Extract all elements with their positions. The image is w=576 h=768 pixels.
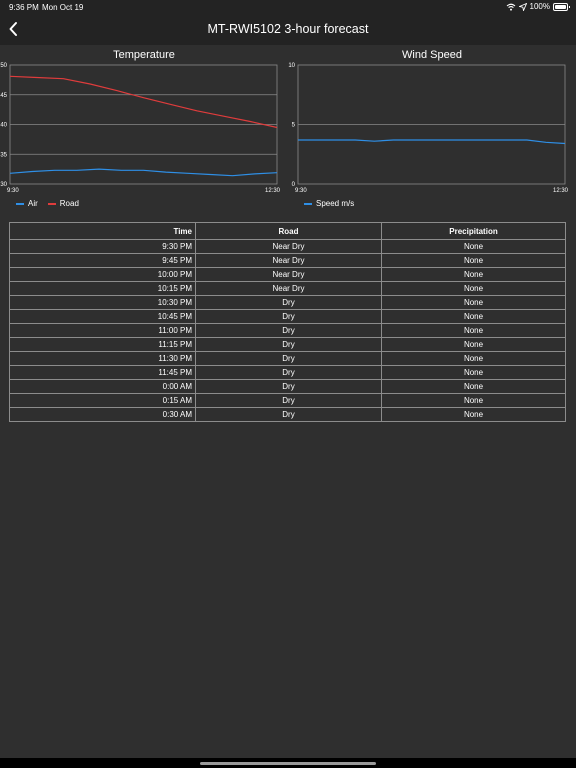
cell-precipitation: None <box>381 407 566 422</box>
cell-time: 10:30 PM <box>9 295 196 310</box>
battery-percent: 100% <box>529 2 550 11</box>
header-road: Road <box>195 222 382 240</box>
legend-road-label: Road <box>59 199 79 208</box>
temperature-chart: 30354045509:30 12:30 <box>0 63 281 194</box>
table-row: 11:00 PM Dry None <box>9 323 566 338</box>
table-row: 11:45 PM Dry None <box>9 365 566 380</box>
cell-time: 0:15 AM <box>9 393 196 408</box>
cell-precipitation: None <box>381 309 566 324</box>
x-tick-label-start: 9:30 <box>7 188 19 194</box>
y-tick-label: 45 <box>0 93 7 99</box>
y-tick-label: 35 <box>0 152 7 158</box>
cell-time: 9:45 PM <box>9 253 196 268</box>
cell-time: 11:00 PM <box>9 323 196 338</box>
table-row: 0:00 AM Dry None <box>9 379 566 394</box>
cell-road: Near Dry <box>195 281 382 296</box>
page-title: MT-RWI5102 3-hour forecast <box>207 22 369 36</box>
cell-precipitation: None <box>381 281 566 296</box>
legend-road: Road <box>47 199 79 208</box>
cell-time: 9:30 PM <box>9 239 196 254</box>
x-tick-label-end: 12:30 <box>265 188 281 194</box>
header-precipitation: Precipitation <box>381 222 566 240</box>
legend-air-label: Air <box>28 199 38 208</box>
navigation-bar: MT-RWI5102 3-hour forecast <box>0 14 576 45</box>
header-time: Time <box>9 222 196 240</box>
wifi-icon <box>506 3 515 11</box>
x-tick-label-end: 12:30 <box>553 188 569 194</box>
table-row: 9:45 PM Near Dry None <box>9 253 566 268</box>
cell-precipitation: None <box>381 351 566 366</box>
cell-time: 10:00 PM <box>9 267 196 282</box>
location-arrow-icon <box>518 2 527 11</box>
cell-road: Dry <box>195 337 382 352</box>
cell-road: Near Dry <box>195 239 382 254</box>
table-row: 10:00 PM Near Dry None <box>9 267 566 282</box>
cell-road: Dry <box>195 309 382 324</box>
wind-speed-chart: 05109:30 12:30 <box>288 63 569 194</box>
wind-legend: Speed m/s <box>304 199 354 208</box>
cell-road: Dry <box>195 393 382 408</box>
x-tick-label-start: 9:30 <box>295 188 307 194</box>
cell-road: Dry <box>195 379 382 394</box>
y-tick-label: 50 <box>0 63 7 69</box>
cell-precipitation: None <box>381 393 566 408</box>
y-tick-label: 10 <box>288 63 295 69</box>
table-row: 11:30 PM Dry None <box>9 351 566 366</box>
cell-road: Dry <box>195 351 382 366</box>
status-indicators: 100% <box>506 2 570 11</box>
series-line-air <box>9 168 278 177</box>
status-bar: 9:36 PM Mon Oct 19 100% <box>0 0 576 14</box>
series-line-road <box>9 75 278 129</box>
cell-time: 10:15 PM <box>9 281 196 296</box>
cell-road: Dry <box>195 407 382 422</box>
cell-precipitation: None <box>381 239 566 254</box>
table-row: 0:30 AM Dry None <box>9 407 566 422</box>
cell-precipitation: None <box>381 365 566 380</box>
temperature-legend: Air Road <box>16 199 79 208</box>
series-line-speed-m-s <box>298 139 566 145</box>
home-indicator[interactable] <box>200 762 376 765</box>
table-body: 9:30 PM Near Dry None 9:45 PM Near Dry None 10… <box>9 239 566 422</box>
road-swatch <box>47 202 56 205</box>
legend-air: Air <box>16 199 38 208</box>
cell-time: 11:45 PM <box>9 365 196 380</box>
cell-road: Near Dry <box>195 253 382 268</box>
cell-road: Dry <box>195 365 382 380</box>
table-row: 10:45 PM Dry None <box>9 309 566 324</box>
status-time: 9:36 PM <box>9 3 39 12</box>
battery-icon <box>553 2 570 11</box>
forecast-table: Time Road Precipitation 9:30 PM Near Dry N… <box>9 222 566 422</box>
cell-time: 0:00 AM <box>9 379 196 394</box>
air-swatch <box>16 202 24 205</box>
table-header-row: Time Road Precipitation <box>9 222 566 240</box>
cell-precipitation: None <box>381 295 566 310</box>
status-date: Mon Oct 19 <box>42 3 84 12</box>
cell-road: Near Dry <box>195 267 382 282</box>
cell-precipitation: None <box>381 337 566 352</box>
cell-precipitation: None <box>381 267 566 282</box>
table-row: 10:30 PM Dry None <box>9 295 566 310</box>
cell-precipitation: None <box>381 379 566 394</box>
cell-road: Dry <box>195 323 382 338</box>
cell-time: 10:45 PM <box>9 309 196 324</box>
legend-speed: Speed m/s <box>304 199 354 208</box>
y-tick-label: 5 <box>292 123 296 129</box>
table-row: 9:30 PM Near Dry None <box>9 239 566 254</box>
cell-time: 11:30 PM <box>9 351 196 366</box>
legend-speed-label: Speed m/s <box>316 199 355 208</box>
cell-precipitation: None <box>381 323 566 338</box>
table-row: 11:15 PM Dry None <box>9 337 566 352</box>
speed-swatch <box>304 202 312 205</box>
table-row: 10:15 PM Near Dry None <box>9 281 566 296</box>
table-row: 0:15 AM Dry None <box>9 393 566 408</box>
cell-time: 11:15 PM <box>9 337 196 352</box>
cell-road: Dry <box>195 295 382 310</box>
home-bar <box>0 758 576 768</box>
y-tick-label: 40 <box>0 123 7 129</box>
cell-precipitation: None <box>381 253 566 268</box>
cell-time: 0:30 AM <box>9 407 196 422</box>
